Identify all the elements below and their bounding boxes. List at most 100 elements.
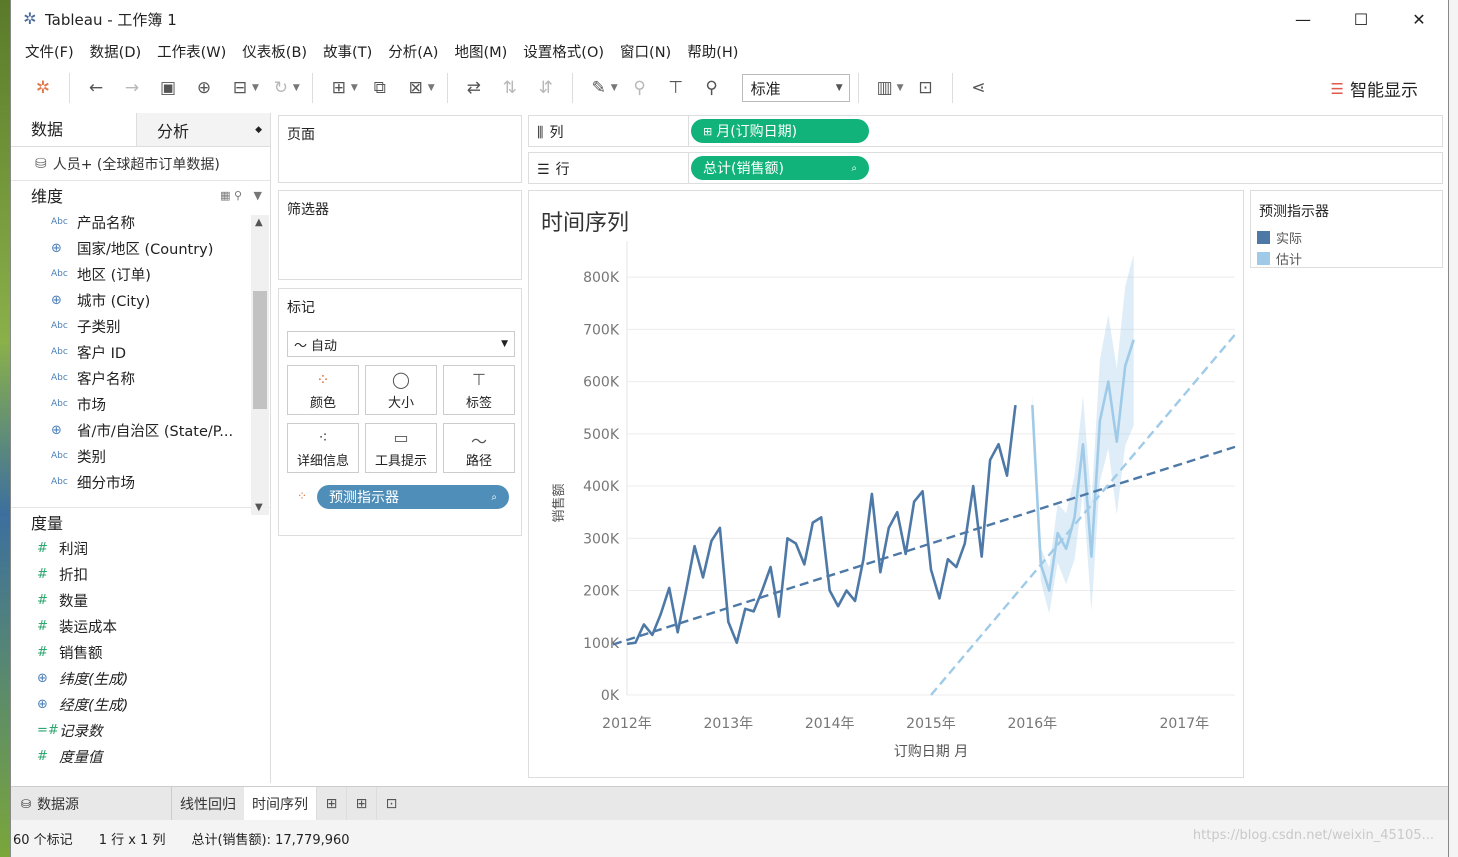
save-icon[interactable]: ▣ — [153, 73, 183, 103]
minimize-button[interactable]: — — [1274, 0, 1332, 38]
label-button[interactable]: ⊤ 标签 — [443, 365, 515, 415]
new-worksheet-icon[interactable]: ⊞ — [324, 73, 354, 103]
dimension-field[interactable]: Abc 产品名称 — [11, 209, 270, 235]
rows-pill[interactable]: 总计(销售额) ⌕ — [691, 156, 869, 180]
mark-type-select[interactable]: 〜自动 ▼ — [287, 331, 515, 357]
dimension-field[interactable]: Abc 地区 (订单) — [11, 261, 270, 287]
measure-field[interactable]: # 装运成本 — [11, 613, 270, 639]
highlight-icon[interactable]: ✎ — [584, 73, 614, 103]
path-button[interactable]: 〜 路径 — [443, 423, 515, 473]
tab-data[interactable]: 数据 — [11, 113, 136, 146]
menu-analysis[interactable]: 分析(A) — [380, 41, 446, 62]
dimension-field[interactable]: Abc 类别 — [11, 443, 270, 469]
dimension-field[interactable]: Abc 市场 — [11, 391, 270, 417]
tableau-home-icon[interactable]: ✲ — [28, 73, 58, 103]
presentation-mode-icon[interactable]: ⊡ — [911, 73, 941, 103]
menu-arrow-icon[interactable]: ▼ — [254, 189, 262, 202]
pages-card[interactable]: 页面 — [278, 115, 522, 183]
dropdown-arrow-icon[interactable]: ▼ — [351, 83, 358, 93]
menu-file[interactable]: 文件(F) — [17, 41, 82, 62]
search-icon[interactable]: ⚲ — [234, 189, 242, 202]
menu-help[interactable]: 帮助(H) — [679, 41, 746, 62]
field-label: 度量值 — [59, 749, 103, 766]
dimension-field[interactable]: Abc 客户 ID — [11, 339, 270, 365]
menu-format[interactable]: 设置格式(O) — [515, 41, 612, 62]
tab-linear-regression[interactable]: 线性回归 — [171, 786, 244, 821]
datasource-item[interactable]: ⛁ 人员+ (全球超市订单数据) — [11, 147, 270, 181]
dimension-field[interactable]: ⊕ 国家/地区 (Country) — [11, 235, 270, 261]
dimension-field[interactable]: #行 ID — [11, 495, 270, 502]
new-dashboard-icon[interactable]: ⊞ — [346, 786, 376, 821]
filters-card[interactable]: 筛选器 — [278, 190, 522, 280]
legend-item-estimate[interactable]: 估计 — [1251, 248, 1442, 269]
scroll-down-icon[interactable]: ▼ — [255, 502, 263, 513]
menu-map[interactable]: 地图(M) — [446, 41, 515, 62]
dimension-field[interactable]: Abc 客户名称 — [11, 365, 270, 391]
show-labels-icon[interactable]: ⊤ — [661, 73, 691, 103]
new-datasource-icon[interactable]: ⊕ — [189, 73, 219, 103]
maximize-button[interactable]: ☐ — [1332, 0, 1390, 38]
duplicate-sheet-icon[interactable]: ⧉ — [365, 73, 395, 103]
dropdown-arrow-icon[interactable]: ▼ — [293, 83, 300, 93]
undo-icon[interactable]: ← — [81, 73, 111, 103]
pause-update-icon[interactable]: ⊟ — [225, 73, 255, 103]
measure-field[interactable]: # 折扣 — [11, 561, 270, 587]
show-me-button[interactable]: ☰ 智能显示 — [1331, 76, 1418, 102]
close-button[interactable]: ✕ — [1390, 0, 1448, 38]
dimensions-scrollbar[interactable]: ▲ ▼ — [251, 215, 269, 515]
desktop-background — [0, 0, 10, 857]
dimension-field[interactable]: Abc 子类别 — [11, 313, 270, 339]
detail-button[interactable]: ⁖ 详细信息 — [287, 423, 359, 473]
tab-datasource[interactable]: ⛁ 数据源 — [11, 787, 171, 821]
dimension-field[interactable]: ⊕ 城市 (City) — [11, 287, 270, 313]
legend-item-actual[interactable]: 实际 — [1251, 227, 1442, 248]
menu-dashboard[interactable]: 仪表板(B) — [234, 41, 315, 62]
measure-field[interactable]: # 度量值 — [11, 743, 270, 769]
fit-select[interactable]: 标准 ▼ — [741, 74, 850, 102]
menu-data[interactable]: 数据(D) — [82, 41, 149, 62]
forecast-indicator-pill[interactable]: 预测指示器 ⌕ — [317, 485, 509, 509]
dropdown-arrow-icon[interactable]: ▼ — [428, 83, 435, 93]
tab-time-series[interactable]: 时间序列 — [244, 786, 316, 821]
scroll-up-icon[interactable]: ▲ — [255, 217, 263, 228]
scrollbar-thumb[interactable] — [253, 291, 267, 409]
share-icon[interactable]: ⋖ — [964, 73, 994, 103]
detail-label: 详细信息 — [296, 453, 349, 469]
sort-descending-icon[interactable]: ⇵ — [531, 73, 561, 103]
menu-story[interactable]: 故事(T) — [315, 41, 380, 62]
clear-sheet-icon[interactable]: ⊠ — [401, 73, 431, 103]
fix-axes-icon[interactable]: ⚲ — [697, 73, 727, 103]
columns-shelf[interactable]: ⫼ 列 ⊞ 月(订购日期) — [528, 115, 1443, 147]
tooltip-button[interactable]: ▭ 工具提示 — [365, 423, 437, 473]
measure-field[interactable]: ⊕ 纬度(生成) — [11, 665, 270, 691]
time-series-chart[interactable]: 0K100K200K300K400K500K600K700K800K2012年 2… — [529, 191, 1243, 777]
group-members-icon[interactable]: ⚲ — [625, 73, 655, 103]
dimension-field[interactable]: Abc 细分市场 — [11, 469, 270, 495]
dimension-field[interactable]: ⊕ 省/市/自治区 (State/P... — [11, 417, 270, 443]
dropdown-arrow-icon[interactable]: ▼ — [611, 83, 618, 93]
view-options-icon[interactable]: ▦ — [220, 189, 230, 202]
tab-analysis[interactable]: 分析 ◆ — [136, 113, 270, 146]
size-button[interactable]: ◯ 大小 — [365, 365, 437, 415]
rows-shelf[interactable]: ☰ 行 总计(销售额) ⌕ — [528, 152, 1443, 184]
swap-rows-columns-icon[interactable]: ⇄ — [459, 73, 489, 103]
measure-field[interactable]: # 利润 — [11, 535, 270, 561]
measure-field[interactable]: # 销售额 — [11, 639, 270, 665]
new-story-icon[interactable]: ⊡ — [376, 786, 406, 821]
measure-field[interactable]: =# 记录数 — [11, 717, 270, 743]
dropdown-arrow-icon[interactable]: ▼ — [252, 83, 259, 93]
color-button[interactable]: ⁘ 颜色 — [287, 365, 359, 415]
measure-field[interactable]: ⊕ 经度(生成) — [11, 691, 270, 717]
columns-pill[interactable]: ⊞ 月(订购日期) — [691, 119, 869, 143]
menu-worksheet[interactable]: 工作表(W) — [149, 41, 234, 62]
dropdown-arrow-icon[interactable]: ▼ — [897, 83, 904, 93]
field-label: 纬度(生成) — [59, 671, 129, 688]
redo-icon[interactable]: → — [117, 73, 147, 103]
new-worksheet-icon[interactable]: ⊞ — [316, 786, 346, 821]
measure-field[interactable]: # 数量 — [11, 587, 270, 613]
refresh-icon[interactable]: ↻ — [266, 73, 296, 103]
sort-ascending-icon[interactable]: ⇅ — [495, 73, 525, 103]
menu-window[interactable]: 窗口(N) — [612, 41, 679, 62]
show-cards-icon[interactable]: ▥ — [870, 73, 900, 103]
viz-view[interactable]: 时间序列 0K 100K 200K 300K 400K 500K 600K 700K 800K 2… — [528, 190, 1244, 778]
